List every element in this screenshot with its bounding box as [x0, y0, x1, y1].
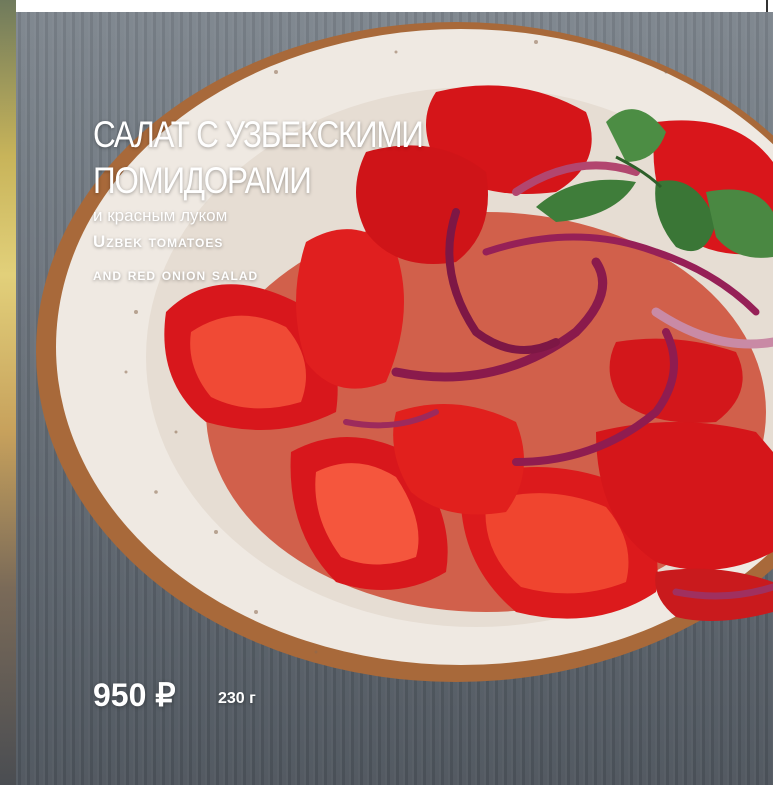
adjacent-dish-photo-edge [0, 0, 16, 785]
dish-name-en-line-2: and red onion salad [93, 265, 259, 284]
dish-weight: 230 г [218, 690, 256, 707]
dish-subtitle-ru: и красным луком [93, 206, 228, 225]
dish-title-line-1: САЛАТ С УЗБЕКСКИМИ [93, 114, 424, 155]
dish-name-en-line-1: Uzbek tomatoes [93, 232, 224, 251]
dish-price: 950 ₽ [93, 677, 176, 713]
dish-title: САЛАТ С УЗБЕКСКИМИ ПОМИДОРАМИ [93, 112, 424, 204]
dish-title-line-2: ПОМИДОРАМИ [93, 160, 312, 201]
